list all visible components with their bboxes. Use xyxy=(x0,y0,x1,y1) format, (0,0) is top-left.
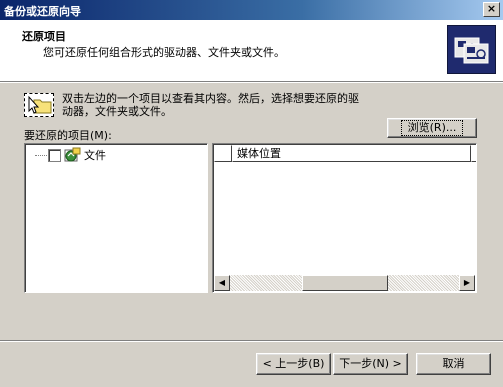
scrollbar-thumb[interactable] xyxy=(302,275,388,291)
arrow-left-icon: ◀ xyxy=(218,278,226,287)
instruction-line-1: 双击左边的一个项目以查看其内容。然后，选择想要还原的驱 xyxy=(62,92,359,105)
instruction-line-2: 动器，文件夹或文件。 xyxy=(62,105,172,118)
arrow-right-icon: ▶ xyxy=(463,278,471,287)
column-header-stub[interactable] xyxy=(214,145,232,162)
scroll-right-button[interactable]: ▶ xyxy=(459,275,475,291)
back-button[interactable]: < 上一步(B) xyxy=(256,353,331,375)
double-click-folder-icon xyxy=(24,93,54,117)
page-title: 还原项目 xyxy=(22,30,66,43)
close-icon: × xyxy=(486,2,497,15)
backup-restore-icon xyxy=(447,25,496,74)
header-divider xyxy=(0,82,503,83)
window-title: 备份或还原向导 xyxy=(4,5,81,18)
instruction-text: 双击左边的一个项目以查看其内容。然后，选择想要还原的驱 动器，文件夹或文件。 xyxy=(62,92,392,118)
horizontal-scrollbar[interactable]: ◀ ▶ xyxy=(214,275,475,291)
items-to-restore-label: 要还原的项目(M): xyxy=(24,129,112,142)
wizard-header: 还原项目 您可还原任何组合形式的驱动器、文件夹或文件。 xyxy=(0,20,503,82)
column-header-media-location[interactable]: 媒体位置 xyxy=(232,145,471,162)
cancel-button[interactable]: 取消 xyxy=(416,353,491,375)
media-location-list[interactable]: 媒体位置 ◀ ▶ xyxy=(212,143,477,293)
browse-button[interactable]: 浏览(R)... xyxy=(387,118,477,138)
restore-items-tree[interactable]: 文件 xyxy=(24,143,208,293)
footer-separator-highlight xyxy=(0,341,503,342)
file-backup-icon xyxy=(63,147,81,163)
browse-button-label: 浏览(R)... xyxy=(400,120,464,136)
tree-item-checkbox[interactable] xyxy=(48,149,61,162)
scroll-left-button[interactable]: ◀ xyxy=(214,275,230,291)
column-header-filler[interactable] xyxy=(471,145,476,162)
tree-item-label[interactable]: 文件 xyxy=(84,147,106,163)
next-button[interactable]: 下一步(N) > xyxy=(333,353,408,375)
close-button[interactable]: × xyxy=(483,2,500,17)
tree-connector xyxy=(35,155,49,156)
page-subtitle: 您可还原任何组合形式的驱动器、文件夹或文件。 xyxy=(43,46,285,59)
window-titlebar[interactable]: 备份或还原向导 × xyxy=(0,0,503,20)
